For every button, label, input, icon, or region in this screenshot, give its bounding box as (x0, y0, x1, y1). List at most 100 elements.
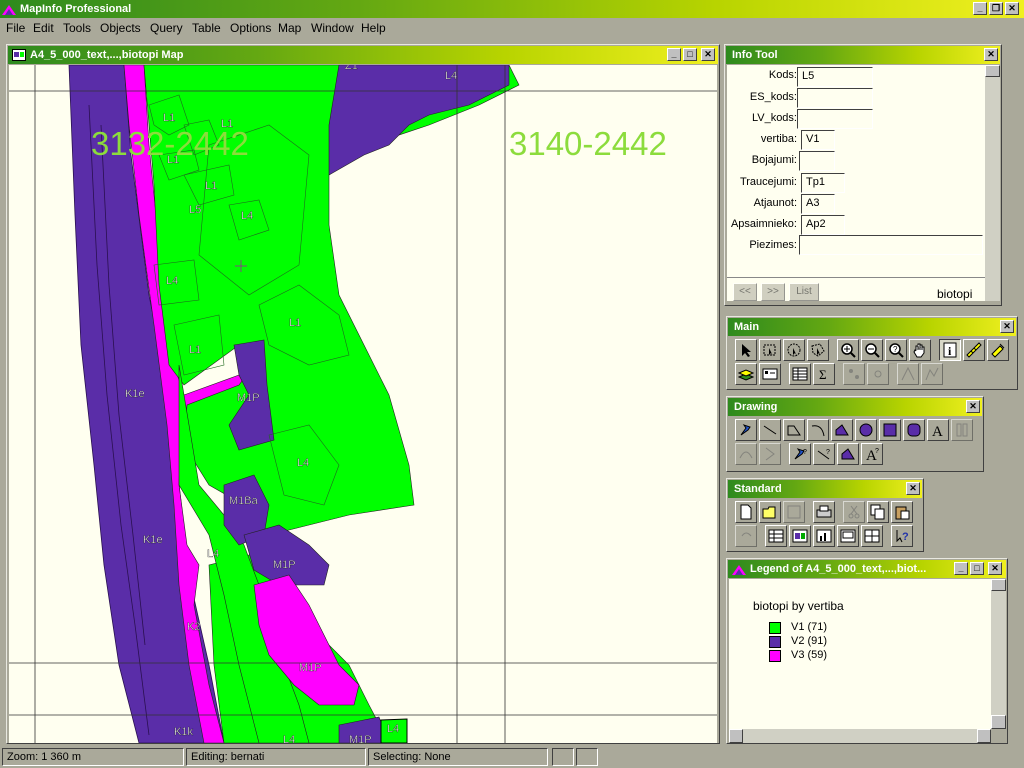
map-maximize-button[interactable]: □ (683, 48, 697, 61)
help-button[interactable]: ? (891, 525, 913, 547)
status-editing[interactable]: Editing: bernati (186, 748, 366, 766)
save-table-button[interactable] (783, 501, 805, 523)
legend-scroll-down[interactable] (991, 715, 1006, 729)
menu-table[interactable]: Table (192, 21, 221, 35)
show-map-button[interactable] (921, 363, 943, 385)
menu-objects[interactable]: Objects (100, 21, 141, 35)
legend-button[interactable] (759, 363, 781, 385)
legend-maximize-button[interactable]: □ (970, 562, 984, 575)
rectangle-tool-button[interactable] (879, 419, 901, 441)
polygon-select-button[interactable] (807, 339, 829, 361)
legend-horizontal-scrollbar[interactable] (729, 729, 991, 743)
zoom-out-button[interactable] (861, 339, 883, 361)
next-record-button[interactable]: >> (761, 283, 785, 301)
field-bojajumi[interactable] (799, 151, 835, 171)
polyline-tool-button[interactable] (783, 419, 805, 441)
menu-help[interactable]: Help (361, 21, 386, 35)
label-m1p-c: M1P (299, 662, 322, 674)
undo-button[interactable] (735, 525, 757, 547)
rounded-rectangle-tool-button[interactable] (903, 419, 925, 441)
field-piezimes[interactable] (799, 235, 983, 255)
new-layout-button[interactable] (837, 525, 859, 547)
new-table-button[interactable] (735, 501, 757, 523)
drawing-toolbar-close-button[interactable]: ✕ (966, 400, 980, 413)
statistics-button[interactable]: Σ (813, 363, 835, 385)
clear-cosmetic-button[interactable] (867, 363, 889, 385)
info-tool-close-button[interactable]: ✕ (984, 48, 998, 61)
legend-scroll-right[interactable] (977, 729, 991, 743)
line-tool-button[interactable] (759, 419, 781, 441)
line-style-button[interactable]: ? (813, 443, 835, 465)
field-vertiba[interactable]: V1 (801, 130, 835, 150)
legend-body: biotopi by vertiba V1 (71) V2 (91) V3 (5… (729, 579, 991, 729)
menu-edit[interactable]: Edit (33, 21, 54, 35)
ellipse-tool-button[interactable] (855, 419, 877, 441)
ruler-button[interactable] (963, 339, 985, 361)
cut-button[interactable] (843, 501, 865, 523)
layer-control-button[interactable] (735, 363, 757, 385)
select-tool-button[interactable] (735, 339, 757, 361)
text-style-button[interactable]: A? (861, 443, 883, 465)
label-tool-button[interactable] (987, 339, 1009, 361)
legend-minimize-button[interactable]: _ (954, 562, 968, 575)
menu-tools[interactable]: Tools (63, 21, 91, 35)
menu-file[interactable]: File (6, 21, 25, 35)
list-button[interactable]: List (789, 283, 819, 301)
map-canvas[interactable]: 3132-2442 3140-2442 Z1 L4 L1 L1 L1 L1 L5… (9, 65, 717, 743)
symbol-tool-button[interactable] (735, 419, 757, 441)
new-redistrict-button[interactable] (861, 525, 883, 547)
menu-query[interactable]: Query (150, 21, 183, 35)
status-zoom[interactable]: Zoom: 1 360 m (2, 748, 184, 766)
minimize-button[interactable]: _ (973, 2, 987, 15)
standard-toolbar-close-button[interactable]: ✕ (906, 482, 920, 495)
label-l4-e: L4 (207, 548, 219, 560)
legend-vertical-scrollbar[interactable] (991, 579, 1006, 729)
menu-window[interactable]: Window (311, 21, 354, 35)
prev-record-button[interactable]: << (733, 283, 757, 301)
map-minimize-button[interactable]: _ (667, 48, 681, 61)
legend-scroll-left[interactable] (729, 729, 743, 743)
field-lv-kods[interactable] (797, 109, 873, 129)
reshape-button[interactable] (735, 443, 757, 465)
polygon-tool-button[interactable] (831, 419, 853, 441)
symbol-style-button[interactable]: ? (789, 443, 811, 465)
change-view-button[interactable]: ? (885, 339, 907, 361)
menu-map[interactable]: Map (278, 21, 301, 35)
zoom-in-button[interactable] (837, 339, 859, 361)
field-atjaunot[interactable]: A3 (801, 194, 835, 214)
radius-select-button[interactable] (783, 339, 805, 361)
scroll-thumb[interactable] (985, 65, 1000, 77)
field-kods[interactable]: L5 (797, 67, 873, 87)
print-button[interactable] (813, 501, 835, 523)
hotlink-button[interactable] (897, 363, 919, 385)
region-style-button[interactable] (837, 443, 859, 465)
drag-map-button[interactable] (843, 363, 865, 385)
map-close-button[interactable]: ✕ (701, 48, 715, 61)
text-tool-button[interactable]: A (927, 419, 949, 441)
menu-options[interactable]: Options (230, 21, 271, 35)
add-node-button[interactable] (759, 443, 781, 465)
frame-tool-button[interactable] (951, 419, 973, 441)
main-toolbar-close-button[interactable]: ✕ (1000, 320, 1014, 333)
info-tool-button[interactable]: i (939, 339, 961, 361)
grabber-button[interactable] (909, 339, 931, 361)
new-browser-window-button[interactable] (765, 525, 787, 547)
legend-close-button[interactable]: ✕ (988, 562, 1002, 575)
restore-button[interactable]: ❐ (989, 2, 1003, 15)
info-scrollbar[interactable] (985, 65, 1000, 301)
paste-button[interactable] (891, 501, 913, 523)
new-mapper-button[interactable] (789, 525, 811, 547)
copy-button[interactable] (867, 501, 889, 523)
field-traucejumi[interactable]: Tp1 (801, 173, 845, 193)
arc-tool-button[interactable] (807, 419, 829, 441)
legend-scroll-up[interactable] (991, 579, 1006, 591)
legend-title-bar: Legend of A4_5_000_text,...,biot... _ □ … (728, 560, 1006, 578)
close-button[interactable]: ✕ (1005, 2, 1019, 15)
status-selecting[interactable]: Selecting: None (368, 748, 548, 766)
marquee-select-button[interactable] (759, 339, 781, 361)
field-apsaimnieko[interactable]: Ap2 (801, 215, 845, 235)
new-grapher-button[interactable] (813, 525, 835, 547)
new-browser-button[interactable] (789, 363, 811, 385)
field-es-kods[interactable] (797, 88, 873, 108)
open-table-button[interactable] (759, 501, 781, 523)
